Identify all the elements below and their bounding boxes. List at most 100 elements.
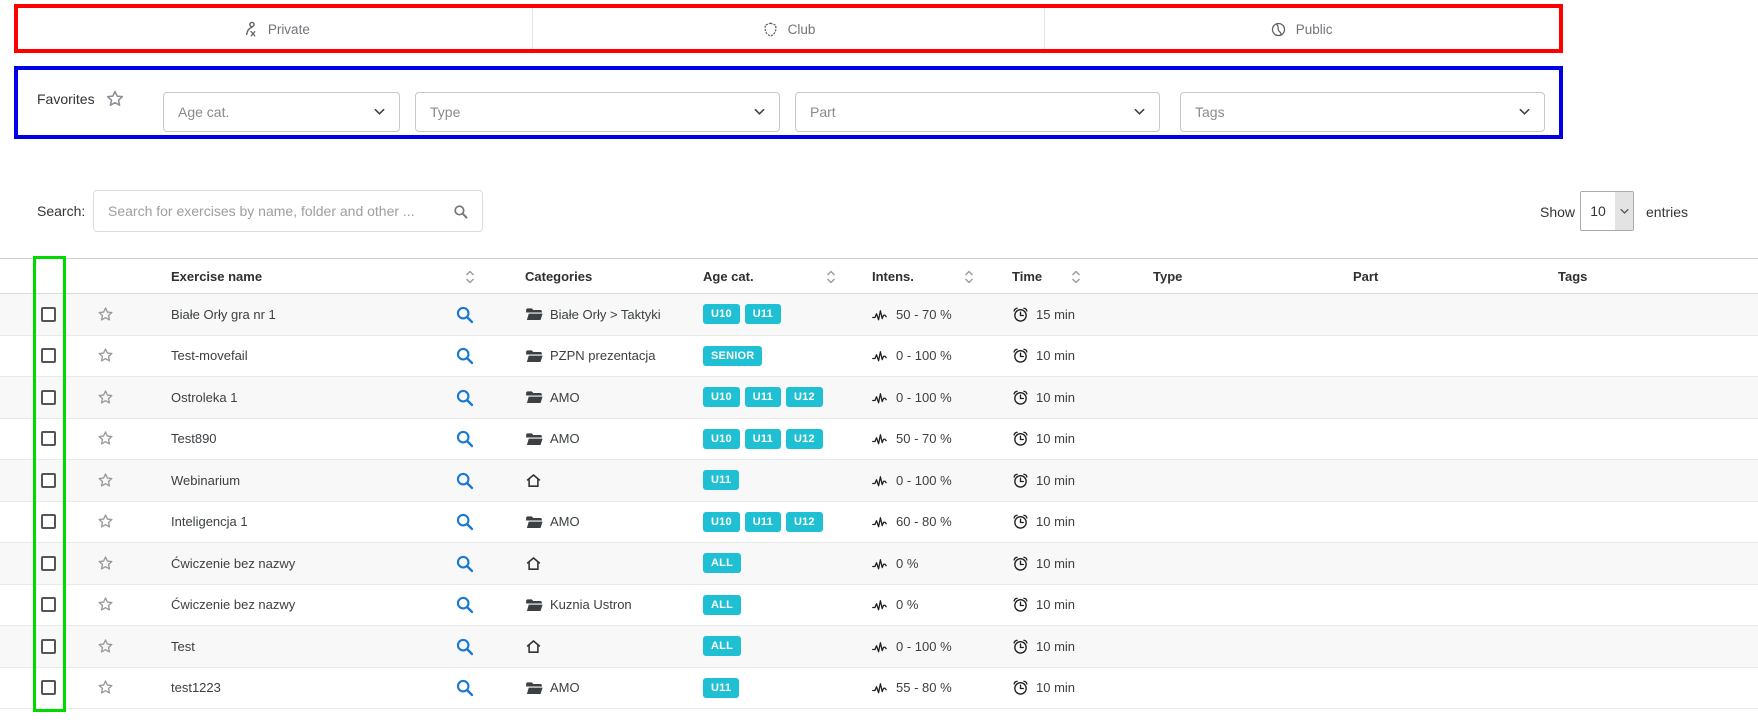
checkbox-cell <box>0 514 85 529</box>
time-cell: 10 min <box>985 596 1145 613</box>
chevron-down-icon <box>1620 208 1629 215</box>
time-value: 10 min <box>1036 348 1075 363</box>
row-checkbox[interactable] <box>41 431 56 446</box>
type-filter-dropdown[interactable]: Type <box>415 92 780 132</box>
table-row[interactable]: Ćwiczenie bez nazwy ALL 0 % 10 min <box>0 543 1758 585</box>
age-badge: U11 <box>745 304 781 324</box>
favorite-star-icon[interactable] <box>96 678 115 697</box>
category-cell: AMO <box>488 431 700 447</box>
row-checkbox[interactable] <box>41 473 56 488</box>
intensity-pulse-icon <box>872 556 890 571</box>
preview-magnifier-icon[interactable] <box>454 553 475 574</box>
preview-magnifier-icon[interactable] <box>454 636 475 657</box>
table-row[interactable]: Test-movefail PZPN prezentacja SENIOR 0 … <box>0 336 1758 378</box>
tab-private[interactable]: Private <box>20 5 532 51</box>
intensity-pulse-icon <box>872 514 890 529</box>
exercise-name-cell: Ćwiczenie bez nazwy <box>163 597 441 612</box>
table-row[interactable]: Białe Orły gra nr 1 Białe Orły > Taktyki… <box>0 294 1758 336</box>
row-checkbox[interactable] <box>41 348 56 363</box>
age-badge: U12 <box>786 512 823 532</box>
favorite-star-icon[interactable] <box>96 512 115 531</box>
exercise-name: test1223 <box>171 680 221 695</box>
entries-select-button[interactable] <box>1615 192 1633 230</box>
preview-magnifier-icon[interactable] <box>454 345 475 366</box>
column-header-age-cat[interactable]: Age cat. <box>700 259 860 293</box>
age-badges: U10U11U12 <box>700 387 860 407</box>
preview-magnifier-icon[interactable] <box>454 428 475 449</box>
age-badge: ALL <box>703 636 741 656</box>
alarm-clock-icon <box>1012 596 1029 613</box>
category-label: Kuznia Ustron <box>550 597 632 612</box>
tags-filter-dropdown[interactable]: Tags <box>1180 92 1545 132</box>
preview-magnifier-icon[interactable] <box>454 594 475 615</box>
preview-cell <box>441 677 488 698</box>
category-cell: AMO <box>488 680 700 696</box>
preview-magnifier-icon[interactable] <box>454 387 475 408</box>
column-header-exercise-name[interactable]: Exercise name <box>163 259 488 293</box>
row-checkbox[interactable] <box>41 597 56 612</box>
row-checkbox[interactable] <box>41 307 56 322</box>
favorite-star-icon[interactable] <box>96 305 115 324</box>
intensity-cell: 50 - 70 % <box>860 431 985 446</box>
column-header-time[interactable]: Time <box>985 259 1145 293</box>
tab-club[interactable]: Club <box>532 5 1045 51</box>
search-box <box>93 190 483 232</box>
table-row[interactable]: test1223 AMO U11 55 - 80 % 10 min <box>0 668 1758 710</box>
tab-private-label: Private <box>268 22 310 37</box>
favorite-star-icon[interactable] <box>96 471 115 490</box>
part-filter-dropdown[interactable]: Part <box>795 92 1160 132</box>
row-checkbox[interactable] <box>41 556 56 571</box>
category-label: AMO <box>550 390 580 405</box>
column-header-intens[interactable]: Intens. <box>860 259 985 293</box>
preview-magnifier-icon[interactable] <box>454 511 475 532</box>
intensity-cell: 0 % <box>860 556 985 571</box>
favorite-star-icon[interactable] <box>96 388 115 407</box>
favorite-star-icon[interactable] <box>96 346 115 365</box>
age-badge: SENIOR <box>703 346 762 366</box>
age-badge: U11 <box>703 678 739 698</box>
preview-magnifier-icon[interactable] <box>454 304 475 325</box>
favorite-star-icon[interactable] <box>96 429 115 448</box>
time-cell: 10 min <box>985 638 1145 655</box>
exercise-name: Test890 <box>171 431 217 446</box>
table-row[interactable]: Test890 AMO U10U11U12 50 - 70 % 10 min <box>0 419 1758 461</box>
preview-magnifier-icon[interactable] <box>454 677 475 698</box>
sort-icon[interactable] <box>963 270 975 284</box>
tab-public[interactable]: Public <box>1044 5 1557 51</box>
preview-cell <box>441 428 488 449</box>
search-input[interactable] <box>94 191 452 231</box>
entries-select[interactable]: 10 <box>1580 191 1634 231</box>
age-badge: U10 <box>703 387 740 407</box>
favorite-star-icon[interactable] <box>96 637 115 656</box>
favorite-star-icon[interactable] <box>96 554 115 573</box>
table-row[interactable]: Inteligencja 1 AMO U10U11U12 60 - 80 % 1… <box>0 502 1758 544</box>
table-row[interactable]: Test ALL 0 - 100 % 10 min <box>0 626 1758 668</box>
preview-magnifier-icon[interactable] <box>454 470 475 491</box>
exercise-table: Exercise name Categories Age cat. Intens… <box>0 258 1758 709</box>
column-header-tags: Tags <box>1550 259 1758 293</box>
row-checkbox[interactable] <box>41 514 56 529</box>
table-row[interactable]: Ostroleka 1 AMO U10U11U12 0 - 100 % 10 m… <box>0 377 1758 419</box>
favorite-star-icon[interactable] <box>96 595 115 614</box>
favorites-toggle[interactable]: Favorites <box>37 88 126 110</box>
club-shield-icon <box>762 21 779 38</box>
time-value: 10 min <box>1036 680 1075 695</box>
row-checkbox[interactable] <box>41 680 56 695</box>
intensity-pulse-icon <box>872 597 890 612</box>
category-cell: Białe Orły > Taktyki <box>488 306 700 322</box>
row-checkbox[interactable] <box>41 639 56 654</box>
intensity-cell: 0 - 100 % <box>860 348 985 363</box>
folder-icon <box>525 389 543 405</box>
checkbox-cell <box>0 639 85 654</box>
age-cat-filter-dropdown[interactable]: Age cat. <box>163 92 400 132</box>
star-cell <box>85 595 163 614</box>
sort-icon[interactable] <box>825 270 837 284</box>
age-badge: U10 <box>703 429 740 449</box>
table-row[interactable]: Ćwiczenie bez nazwy Kuznia Ustron ALL 0 … <box>0 585 1758 627</box>
star-icon[interactable] <box>104 88 126 110</box>
sort-icon[interactable] <box>464 270 476 284</box>
sort-icon[interactable] <box>1070 270 1082 284</box>
table-row[interactable]: Webinarium U11 0 - 100 % 10 min <box>0 460 1758 502</box>
home-icon <box>525 555 542 572</box>
row-checkbox[interactable] <box>41 390 56 405</box>
